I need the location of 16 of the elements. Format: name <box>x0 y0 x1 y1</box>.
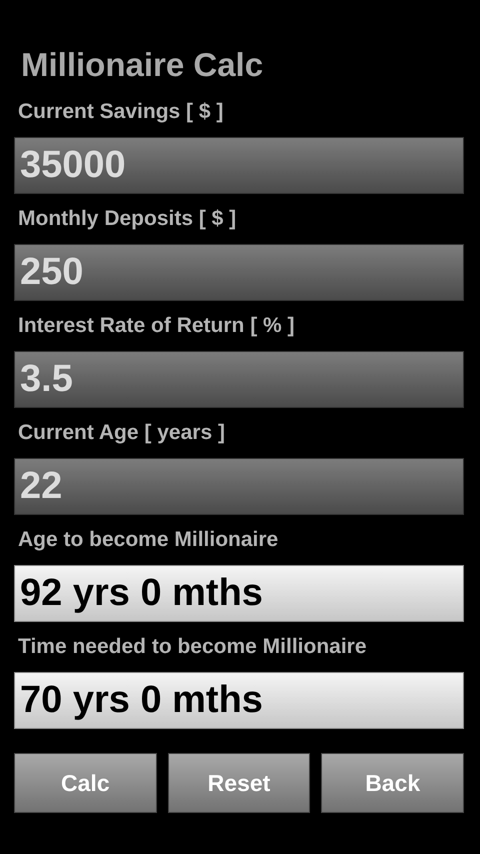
result-field[interactable]: 70 yrs 0 mths <box>14 672 464 729</box>
input-field[interactable]: 3.5 <box>14 351 464 408</box>
input-field[interactable]: 250 <box>14 244 464 301</box>
action-button[interactable]: Calc <box>14 753 157 813</box>
input-field[interactable]: 22 <box>14 458 464 515</box>
action-button[interactable]: Reset <box>168 753 310 813</box>
result-field[interactable]: 92 yrs 0 mths <box>14 565 464 622</box>
field-label: Monthly Deposits [ $ ] <box>18 206 236 232</box>
field-label: Current Savings [ $ ] <box>18 99 224 125</box>
action-button[interactable]: Back <box>321 753 464 813</box>
field-label: Age to become Millionaire <box>18 527 278 553</box>
input-field[interactable]: 35000 <box>14 137 464 194</box>
field-label: Interest Rate of Return [ % ] <box>18 313 295 339</box>
field-label: Current Age [ years ] <box>18 420 225 446</box>
app-title: Millionaire Calc <box>21 45 264 85</box>
field-label: Time needed to become Millionaire <box>18 634 367 660</box>
